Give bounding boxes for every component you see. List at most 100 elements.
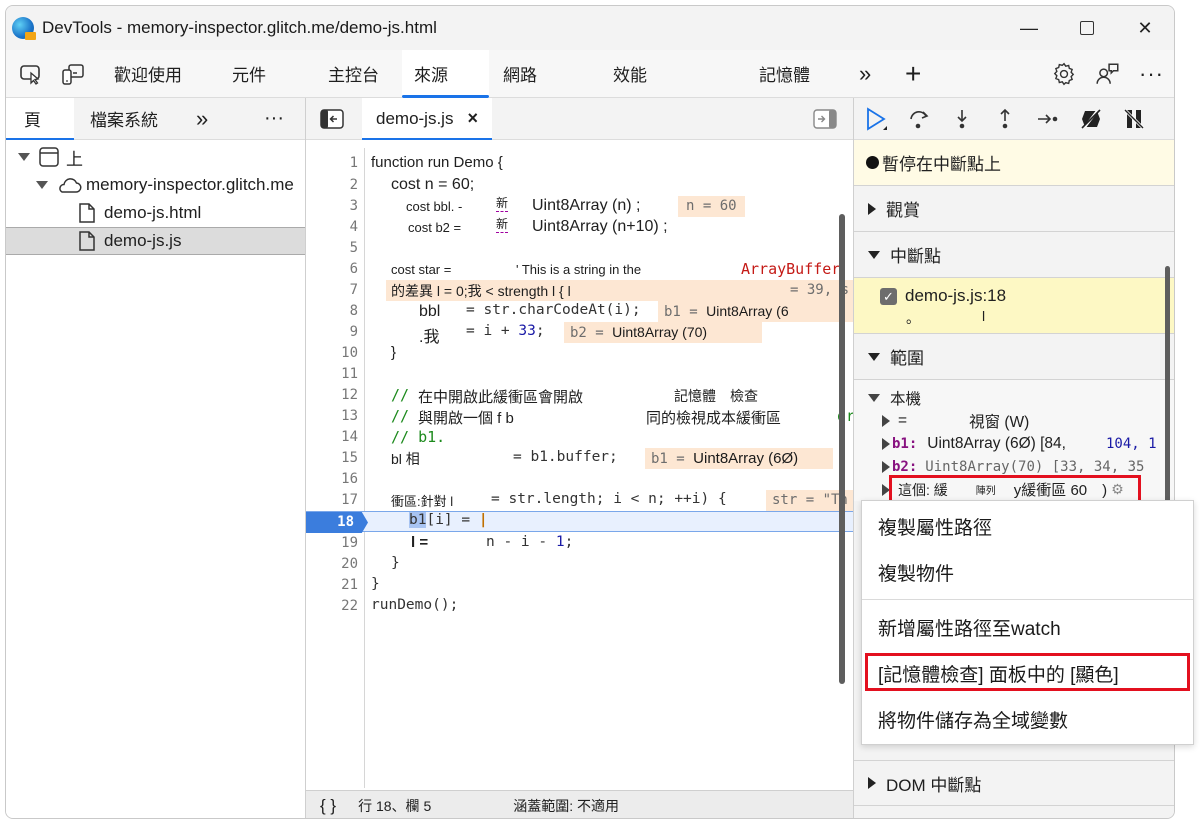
scope-local-header[interactable]: 本機 <box>854 386 1174 409</box>
menu-item-copy-object[interactable]: 複製物件 <box>862 549 1193 595</box>
step-over-button[interactable] <box>897 98 940 140</box>
more-tabs-button[interactable]: » <box>859 50 905 98</box>
tab-welcome[interactable]: 歡迎使用 <box>114 50 210 98</box>
breakpoint-checkbox[interactable]: ✓ <box>880 288 897 305</box>
line-number[interactable]: 10 <box>306 345 358 361</box>
source-editor: demo-js.js × 1 function run Demo { 2 cost … <box>306 97 855 818</box>
device-emulation-button[interactable] <box>58 59 88 89</box>
tab-label: 歡迎使用 <box>114 66 182 85</box>
add-tab-button[interactable]: + <box>905 50 945 98</box>
breakpoint-location: demo-js.js:18 <box>905 286 1007 305</box>
line-number[interactable]: 22 <box>306 598 358 614</box>
dom-breakpoints-section-header[interactable]: DOM 中斷點 <box>854 760 1174 806</box>
code-line: 19 l = n - i - 1; <box>306 533 853 554</box>
line-number[interactable]: 16 <box>306 471 358 487</box>
code-line: 20} <box>306 554 853 575</box>
step-out-button[interactable] <box>983 98 1026 140</box>
code-text: = str.length; i < n; ++i) { <box>491 491 727 507</box>
line-number[interactable]: 4 <box>306 219 358 235</box>
pause-on-exceptions-button[interactable] <box>1112 98 1155 140</box>
scope-variable[interactable]: b1: Uint8Array (6Ø) [84, 104, 1 <box>854 432 1174 455</box>
close-tab-icon[interactable]: × <box>467 108 478 129</box>
line-number[interactable]: 17 <box>306 492 358 508</box>
inspect-element-button[interactable] <box>16 59 46 89</box>
tree-item-file-selected[interactable]: demo-js.js <box>6 227 305 255</box>
collapsed-arrow-icon <box>868 777 876 789</box>
tree-item-file[interactable]: demo-js.html <box>6 199 305 227</box>
line-number[interactable]: 14 <box>306 429 358 445</box>
line-number[interactable]: 15 <box>306 450 358 466</box>
breakpoint-item[interactable]: ✓ demo-js.js:18 。 l <box>854 278 1174 334</box>
step-into-button[interactable] <box>940 98 983 140</box>
breakpoint-marker[interactable]: 18 <box>306 512 368 533</box>
menu-item-store-as-global[interactable]: 將物件儲存為全域變數 <box>862 696 1193 742</box>
variable-value: Uint8Array (6Ø) [84, <box>927 434 1066 452</box>
code-text: n - i - <box>486 534 556 550</box>
tab-network[interactable]: 網路 <box>503 50 613 98</box>
step-out-icon <box>999 108 1010 128</box>
code-text: } <box>391 555 400 571</box>
more-navigator-tabs-button[interactable]: » <box>196 98 236 140</box>
settings-gear-icon[interactable] <box>1051 61 1077 87</box>
deactivate-breakpoints-button[interactable] <box>1069 98 1112 140</box>
scope-variable[interactable]: = 視窗 (W) <box>854 409 1174 432</box>
more-options-icon[interactable]: ··· <box>1139 61 1164 87</box>
line-number[interactable]: 13 <box>306 408 358 424</box>
tab-sources[interactable]: 來源 <box>402 49 489 98</box>
toggle-debugger-icon[interactable] <box>813 108 837 129</box>
tab-console[interactable]: 主控台 <box>328 50 402 98</box>
navigator-menu-button[interactable]: ··· <box>264 98 284 140</box>
tab-memory[interactable]: 記憶體 <box>759 50 859 98</box>
line-number[interactable]: 7 <box>306 282 358 298</box>
vertical-scrollbar[interactable] <box>839 214 845 684</box>
line-number[interactable]: 21 <box>306 577 358 593</box>
line-number[interactable]: 6 <box>306 261 358 277</box>
feedback-icon[interactable] <box>1095 61 1121 87</box>
line-number[interactable]: 2 <box>306 177 358 193</box>
step-button[interactable] <box>1026 98 1069 140</box>
line-number[interactable]: 1 <box>306 155 358 171</box>
comment-text: 與開啟一個 f b <box>418 410 514 427</box>
breakpoints-section-header[interactable]: 中斷點 <box>854 232 1174 278</box>
tab-page[interactable]: 頁 <box>6 97 74 140</box>
section-title: DOM 中斷點 <box>886 775 982 795</box>
menu-item-label: 複製屬性路徑 <box>878 517 993 539</box>
tree-item-domain[interactable]: memory-inspector.glitch.me <box>6 171 305 199</box>
collapsed-arrow-icon <box>868 202 876 215</box>
watch-section-header[interactable]: 觀賞 <box>854 186 1174 232</box>
line-number[interactable]: 11 <box>306 366 358 382</box>
line-number[interactable]: 3 <box>306 198 358 214</box>
menu-item-add-to-watch[interactable]: 新增屬性路徑至watch <box>862 604 1193 650</box>
expand-arrow-icon[interactable] <box>18 153 30 161</box>
code-text: cost n = 60; <box>391 176 475 193</box>
line-number[interactable]: 12 <box>306 387 358 403</box>
tab-label: 檔案系統 <box>90 111 158 130</box>
editor-status-bar: { } 行 18、欄 5 涵蓋範圍: 不適用 <box>306 790 853 818</box>
line-number[interactable]: 5 <box>306 240 358 256</box>
line-number[interactable]: 20 <box>306 556 358 572</box>
plus-icon: + <box>905 57 922 89</box>
tree-item-top-frame[interactable]: 上 <box>6 143 305 171</box>
maximize-button[interactable] <box>1058 6 1116 50</box>
minimize-button[interactable]: — <box>1000 6 1058 50</box>
editor-tab-demo-js[interactable]: demo-js.js × <box>362 97 492 140</box>
expand-arrow-icon[interactable] <box>36 181 48 189</box>
line-number[interactable]: 19 <box>306 535 358 551</box>
tab-filesystem[interactable]: 檔案系統 <box>90 98 186 140</box>
code-text: l = <box>411 534 429 551</box>
code-area[interactable]: 1 function run Demo { 2 cost n = 60; 3 cos… <box>306 148 855 788</box>
pretty-print-button[interactable]: { } <box>320 796 336 816</box>
code-text: } <box>391 344 397 361</box>
toggle-navigator-icon[interactable] <box>320 108 344 129</box>
breakpoint-code-snippet: 。 <box>906 310 920 326</box>
tab-elements[interactable]: 元件 <box>232 50 292 98</box>
close-button[interactable]: ✕ <box>1116 6 1174 50</box>
resume-button[interactable] <box>854 98 897 140</box>
code-text: Uint8Array (n+10) ; <box>532 218 668 235</box>
menu-item-copy-property-path[interactable]: 複製屬性路徑 <box>862 503 1193 549</box>
line-number[interactable]: 8 <box>306 303 358 319</box>
scope-section-header[interactable]: 範圍 <box>854 334 1174 380</box>
line-number[interactable]: 9 <box>306 324 358 340</box>
tab-performance[interactable]: 效能 <box>613 50 759 98</box>
resume-icon <box>866 106 887 131</box>
